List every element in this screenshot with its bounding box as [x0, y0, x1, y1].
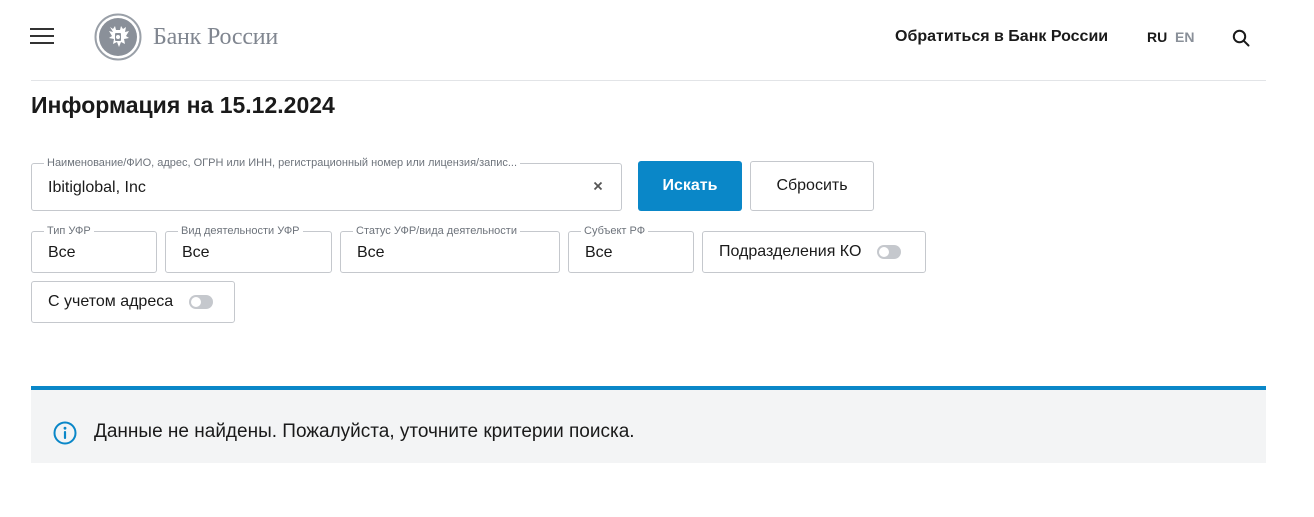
logo[interactable]: Банк России	[94, 13, 278, 61]
lang-ru-link[interactable]: RU	[1147, 29, 1167, 45]
logo-text: Банк России	[153, 23, 279, 50]
ko-divisions-switch[interactable]	[877, 245, 902, 259]
filter-activity-type-value: Все	[182, 244, 210, 261]
page-title: Информация на 15.12.2024	[31, 92, 335, 118]
search-field-label: Наименование/ФИО, адрес, ОГРН или ИНН, р…	[44, 157, 521, 170]
close-icon[interactable]	[593, 181, 603, 191]
filter-ufr-type[interactable]: Тип УФР Все	[31, 225, 157, 273]
address-toggle[interactable]: С учетом адреса	[31, 281, 235, 323]
filter-region-label: Субъект РФ	[581, 225, 649, 238]
filter-ufr-type-label: Тип УФР	[44, 225, 94, 238]
filter-region[interactable]: Субъект РФ Все	[568, 225, 694, 273]
search-input[interactable]: Ibitiglobal, Inc	[48, 179, 146, 197]
info-icon	[53, 421, 77, 445]
site-header: Банк России Обратиться в Банк России RU …	[0, 0, 1314, 80]
no-results-notice: Данные не найдены. Пожалуйста, уточните …	[31, 386, 1266, 463]
filter-ufr-type-value: Все	[48, 244, 76, 261]
menu-icon[interactable]	[30, 28, 54, 46]
filter-status-label: Статус УФР/вида деятельности	[353, 225, 520, 238]
filter-region-value: Все	[585, 244, 613, 261]
ko-divisions-toggle[interactable]: Подразделения КО	[702, 231, 926, 273]
address-switch[interactable]	[189, 295, 214, 309]
notice-text: Данные не найдены. Пожалуйста, уточните …	[94, 421, 635, 442]
reset-button[interactable]: Сбросить	[750, 161, 874, 211]
lang-en-link[interactable]: EN	[1175, 29, 1194, 45]
filter-status[interactable]: Статус УФР/вида деятельности Все	[340, 225, 560, 273]
search-icon[interactable]	[1232, 29, 1250, 47]
filter-status-value: Все	[357, 244, 385, 261]
filter-activity-type-label: Вид деятельности УФР	[178, 225, 303, 238]
contact-bank-link[interactable]: Обратиться в Банк России	[895, 28, 1108, 46]
ko-divisions-label: Подразделения КО	[719, 243, 862, 260]
search-field[interactable]: Наименование/ФИО, адрес, ОГРН или ИНН, р…	[31, 157, 622, 211]
emblem-icon	[94, 13, 142, 61]
filter-activity-type[interactable]: Вид деятельности УФР Все	[165, 225, 332, 273]
address-toggle-label: С учетом адреса	[48, 293, 174, 310]
header-divider	[31, 80, 1266, 81]
search-button[interactable]: Искать	[638, 161, 742, 211]
